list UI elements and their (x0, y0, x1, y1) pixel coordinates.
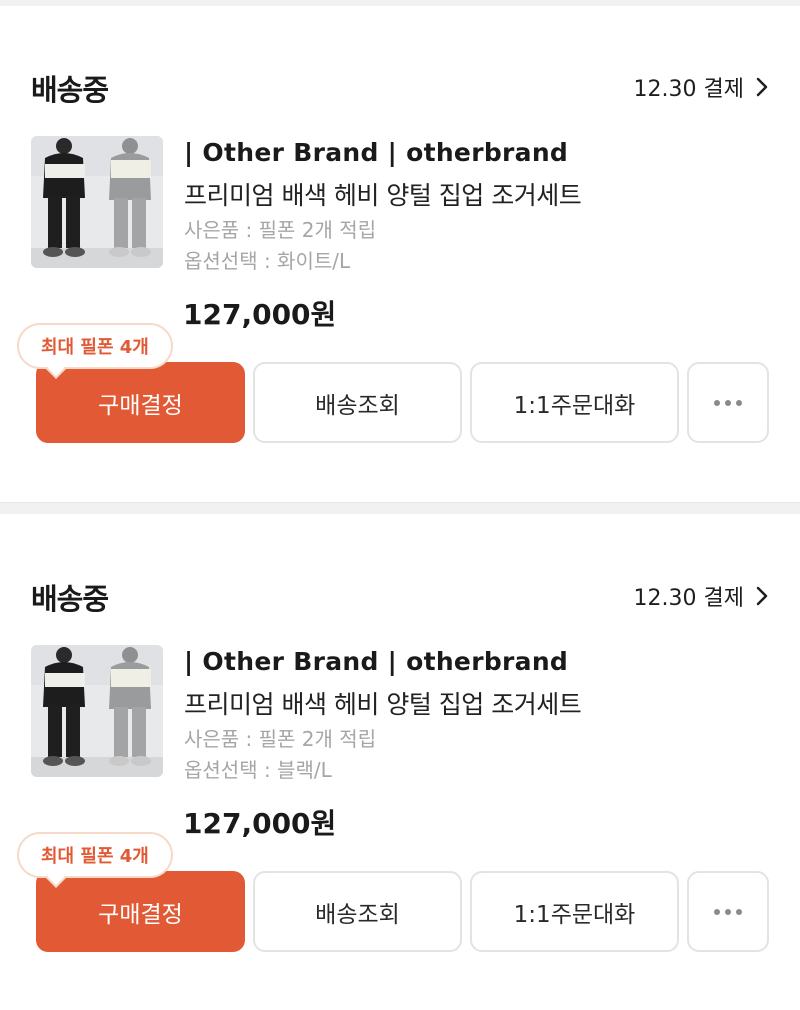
section-divider (0, 502, 800, 514)
purchase-confirm-button[interactable]: 구매결정 (36, 362, 245, 443)
chevron-right-icon (756, 586, 768, 606)
chevron-right-icon (756, 77, 768, 97)
payment-date-label: 12.30 결제 (633, 77, 744, 102)
option-info: 옵션선택 : 화이트/L (184, 249, 351, 273)
section-divider (0, 0, 800, 6)
brand-name[interactable]: | Other Brand | otherbrand (184, 647, 568, 676)
more-button[interactable] (687, 362, 769, 443)
order-list-page: 배송중 12.30 결제 | Other Brand | otherbrand … (0, 0, 800, 1010)
order-status: 배송중 (31, 73, 109, 107)
track-delivery-label: 배송조회 (315, 392, 400, 419)
more-button[interactable] (687, 871, 769, 952)
option-info: 옵션선택 : 블랙/L (184, 758, 332, 782)
gift-info: 사은품 : 필폰 2개 적립 (184, 218, 377, 242)
more-horizontal-icon (714, 908, 742, 915)
order-action-bar: 구매결정 배송조회 1:1주문대화 (36, 871, 770, 953)
track-delivery-button[interactable]: 배송조회 (253, 362, 462, 443)
payment-date-label: 12.30 결제 (633, 586, 744, 611)
more-horizontal-icon (714, 399, 742, 406)
payment-date-link[interactable]: 12.30 결제 (634, 71, 770, 103)
coupon-tooltip-label: 최대 필폰 4개 (41, 337, 149, 358)
product-name[interactable]: 프리미엄 배색 헤비 양털 집업 조거세트 (184, 685, 582, 721)
payment-date-link[interactable]: 12.30 결제 (634, 580, 770, 612)
track-delivery-label: 배송조회 (315, 901, 400, 928)
purchase-confirm-label: 구매결정 (98, 901, 183, 928)
product-thumbnail[interactable] (31, 136, 163, 268)
order-card: 배송중 12.30 결제 | Other Brand | otherbrand … (0, 60, 800, 500)
track-delivery-button[interactable]: 배송조회 (253, 871, 462, 952)
product-name[interactable]: 프리미엄 배색 헤비 양털 집업 조거세트 (184, 176, 582, 212)
order-chat-button[interactable]: 1:1주문대화 (470, 871, 679, 952)
price: 127,000원 (183, 298, 337, 331)
product-image (31, 645, 163, 777)
purchase-confirm-button[interactable]: 구매결정 (36, 871, 245, 952)
order-status: 배송중 (31, 582, 109, 616)
product-image (31, 136, 163, 268)
coupon-tooltip: 최대 필폰 4개 (17, 832, 173, 888)
price: 127,000원 (183, 807, 337, 840)
order-action-bar: 구매결정 배송조회 1:1주문대화 (36, 362, 770, 444)
coupon-tooltip-label: 최대 필폰 4개 (41, 846, 149, 867)
order-chat-label: 1:1주문대화 (513, 901, 636, 928)
gift-info: 사은품 : 필폰 2개 적립 (184, 727, 377, 751)
order-chat-button[interactable]: 1:1주문대화 (470, 362, 679, 443)
order-chat-label: 1:1주문대화 (513, 392, 636, 419)
product-thumbnail[interactable] (31, 645, 163, 777)
coupon-tooltip: 최대 필폰 4개 (17, 323, 173, 379)
brand-name[interactable]: | Other Brand | otherbrand (184, 138, 568, 167)
purchase-confirm-label: 구매결정 (98, 392, 183, 419)
order-card: 배송중 12.30 결제 | Other Brand | otherbrand … (0, 569, 800, 1009)
